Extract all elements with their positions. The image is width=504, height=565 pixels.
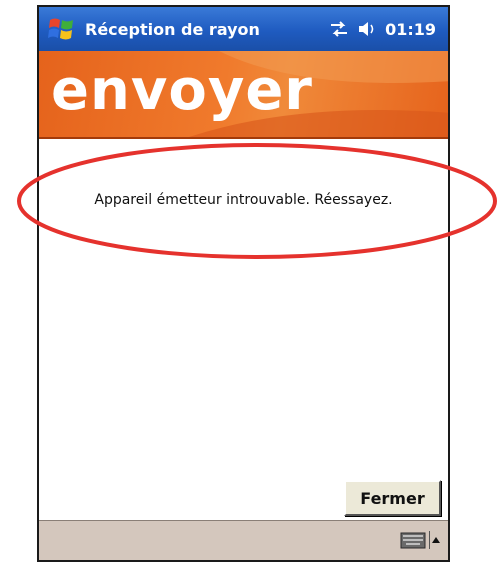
pocket-pc-screen: Réception de rayon 01:19 envoyer Apparei… bbox=[37, 5, 450, 562]
app-title: Réception de rayon bbox=[85, 19, 260, 39]
connectivity-icon[interactable] bbox=[329, 20, 349, 38]
menu-bar bbox=[39, 520, 448, 560]
up-arrow-icon[interactable] bbox=[429, 531, 442, 549]
speaker-icon[interactable] bbox=[357, 20, 377, 38]
banner-divider bbox=[39, 137, 448, 139]
screenshot-stage: Réception de rayon 01:19 envoyer Apparei… bbox=[0, 0, 504, 565]
error-message: Appareil émetteur introuvable. Réessayez… bbox=[94, 192, 393, 208]
close-button[interactable]: Fermer bbox=[344, 480, 441, 516]
title-bar: Réception de rayon 01:19 bbox=[39, 7, 448, 51]
page-title: envoyer bbox=[51, 58, 313, 123]
windows-flag-icon[interactable] bbox=[43, 7, 81, 51]
keyboard-icon[interactable] bbox=[400, 530, 426, 550]
status-area: 01:19 bbox=[329, 20, 436, 39]
clock[interactable]: 01:19 bbox=[385, 20, 436, 39]
header-banner: envoyer bbox=[39, 51, 448, 137]
